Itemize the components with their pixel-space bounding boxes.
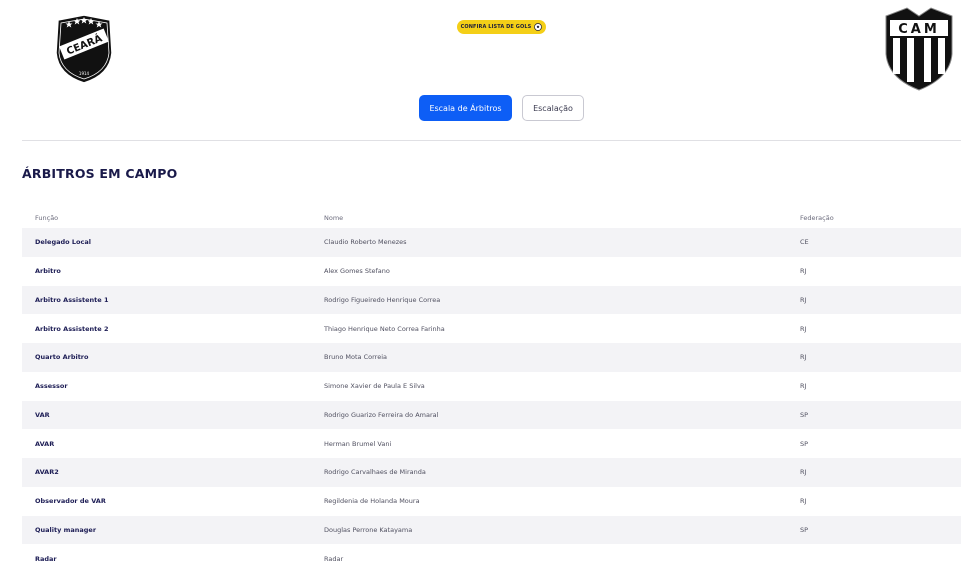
table-row: Quality manager Douglas Perrone Katayama… <box>22 515 961 545</box>
cell-nome: Radar <box>324 554 344 563</box>
header-nome: Nome <box>324 214 344 222</box>
cell-federacao: RJ <box>800 353 807 362</box>
referees-table: Função Nome Federação Delegado Local Cla… <box>22 209 961 573</box>
cell-federacao: RJ <box>800 295 807 304</box>
soccer-ball-icon <box>534 23 543 31</box>
cell-federacao: RJ <box>800 324 807 333</box>
table-row: Delegado Local Claudio Roberto Menezes C… <box>22 228 961 257</box>
table-row: Assessor Simone Xavier de Paula E Silva … <box>22 372 961 401</box>
cell-federacao: SP <box>800 410 809 419</box>
cell-nome: Herman Brumel Vani <box>324 439 392 448</box>
cell-nome: Bruno Mota Correia <box>324 353 387 362</box>
confira-label: CONFIRA LISTA DE GOLS <box>460 24 532 30</box>
table-row: Radar Radar <box>22 544 961 573</box>
cell-federacao: SP <box>800 439 809 448</box>
cell-federacao: RJ <box>800 497 807 506</box>
table-row: Arbitro Assistente 1 Rodrigo Figueiredo … <box>22 285 961 315</box>
cell-nome: Douglas Perrone Katayama <box>324 525 413 534</box>
table-header: Função Nome Federação <box>22 209 961 228</box>
cell-nome: Simone Xavier de Paula E Silva <box>324 382 425 391</box>
cell-federacao: RJ <box>800 267 807 276</box>
cell-nome: Claudio Roberto Menezes <box>324 238 407 247</box>
home-logo-year: 1914 <box>79 71 90 76</box>
table-row: AVAR2 Rodrigo Carvalhaes de Miranda RJ <box>22 458 961 487</box>
divider <box>22 140 961 141</box>
tab-escala-de-arbitros[interactable]: Escala de Árbitros <box>419 95 512 121</box>
cell-funcao: Quarto Arbitro <box>35 353 89 362</box>
cell-nome: Rodrigo Carvalhaes de Miranda <box>324 468 426 477</box>
cell-nome: Rodrigo Figueiredo Henrique Correa <box>324 295 441 304</box>
cell-funcao: Arbitro <box>35 267 61 276</box>
header-federacao: Federação <box>800 214 834 222</box>
cell-funcao: Radar <box>35 554 57 563</box>
cell-funcao: Observador de VAR <box>35 497 106 506</box>
table-row: Arbitro Assistente 2 Thiago Henrique Net… <box>22 314 961 343</box>
cell-funcao: VAR <box>35 410 50 419</box>
home-team-logo: CEARÁ 1914 <box>55 14 113 84</box>
table-row: Observador de VAR Regildenia de Holanda … <box>22 487 961 516</box>
cell-funcao: Arbitro Assistente 1 <box>35 295 109 304</box>
cell-federacao: CE <box>800 238 809 247</box>
away-logo-text: CAM <box>898 22 940 37</box>
cell-nome: Rodrigo Guarizo Ferreira do Amaral <box>324 410 439 419</box>
away-team-logo: CAM <box>885 7 953 91</box>
table-row: Quarto Arbitro Bruno Mota Correia RJ <box>22 343 961 372</box>
confira-lista-gols-button[interactable]: CONFIRA LISTA DE GOLS <box>457 20 546 34</box>
cell-funcao: AVAR <box>35 439 55 448</box>
cell-nome: Alex Gomes Stefano <box>324 267 390 276</box>
cell-funcao: Quality manager <box>35 525 97 534</box>
cell-funcao: Delegado Local <box>35 238 91 247</box>
header-funcao: Função <box>35 214 59 222</box>
cell-funcao: Assessor <box>35 382 68 391</box>
section-title: ÁRBITROS EM CAMPO <box>22 166 178 181</box>
cell-nome: Regildenia de Holanda Moura <box>324 497 420 506</box>
table-row: Arbitro Alex Gomes Stefano RJ <box>22 257 961 286</box>
table-row: VAR Rodrigo Guarizo Ferreira do Amaral S… <box>22 400 961 430</box>
cell-federacao: SP <box>800 525 809 534</box>
cell-funcao: Arbitro Assistente 2 <box>35 324 109 333</box>
cell-federacao: RJ <box>800 382 807 391</box>
tab-escalacao[interactable]: Escalação <box>522 95 584 121</box>
cell-nome: Thiago Henrique Neto Correa Farinha <box>324 324 445 333</box>
table-row: AVAR Herman Brumel Vani SP <box>22 429 961 458</box>
cell-funcao: AVAR2 <box>35 468 59 477</box>
cell-federacao: RJ <box>800 468 807 477</box>
